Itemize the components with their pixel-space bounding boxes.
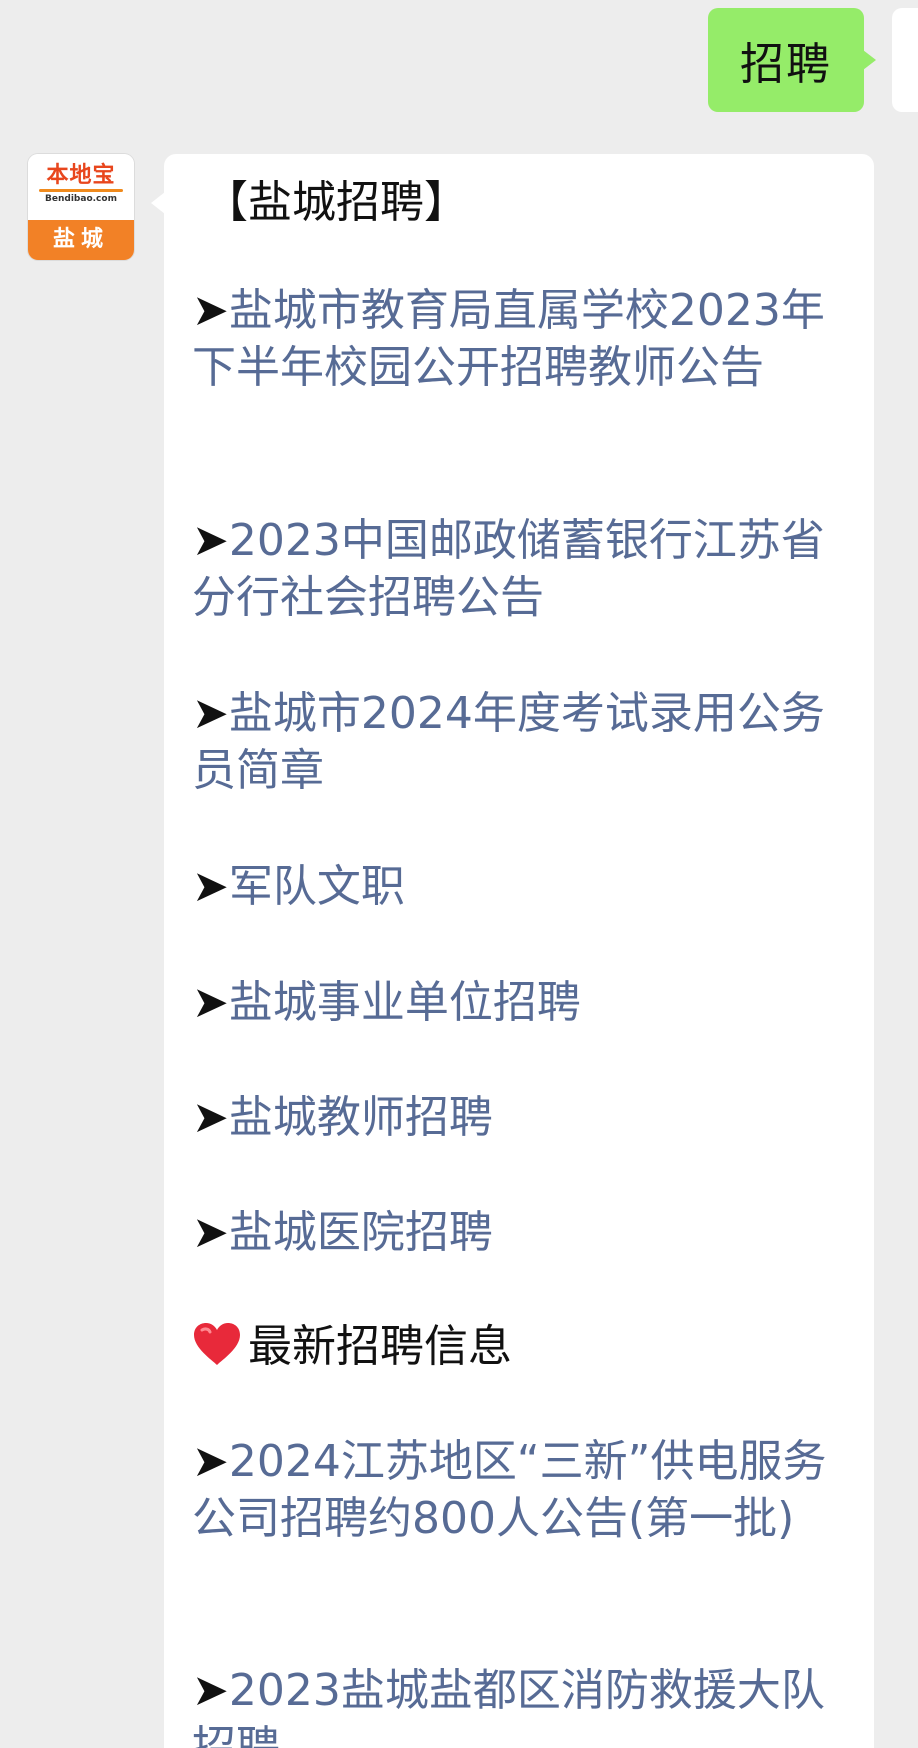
list-item-link[interactable]: ➤盐城市2024年度考试录用公务员简章	[192, 685, 854, 799]
heart-icon	[194, 1323, 240, 1365]
avatar-logo-text: 本地宝	[46, 163, 116, 188]
list-item-link[interactable]: ➤2023中国邮政储蓄银行江苏省分行社会招聘公告	[192, 512, 854, 626]
link-text[interactable]: 盐城医院招聘	[229, 1207, 493, 1258]
section-label: 最新招聘信息	[248, 1321, 512, 1372]
avatar-domain-text: Bendibao.com	[45, 194, 117, 204]
arrow-bullet-icon: ➤	[192, 1207, 229, 1258]
outgoing-message-bubble[interactable]: 招聘	[708, 8, 876, 112]
arrow-bullet-icon: ➤	[192, 977, 229, 1028]
chat-window: 招聘 本地宝 Bendibao.com 盐城 【盐城招聘】 ➤盐城市教育局直属学…	[0, 0, 918, 1748]
self-avatar[interactable]	[892, 8, 918, 112]
list-item-link[interactable]: ➤盐城市教育局直属学校2023年下半年校园公开招聘教师公告	[192, 282, 854, 396]
incoming-message-bubble: 【盐城招聘】 ➤盐城市教育局直属学校2023年下半年校园公开招聘教师公告 ➤20…	[151, 154, 874, 1748]
arrow-bullet-icon: ➤	[192, 688, 229, 739]
arrow-bullet-icon: ➤	[192, 1436, 229, 1487]
list-item-link[interactable]: ➤盐城教师招聘	[192, 1089, 854, 1146]
list-item-link[interactable]: ➤军队文职	[192, 858, 854, 915]
reply-heading: 【盐城招聘】	[204, 177, 468, 228]
arrow-bullet-icon: ➤	[192, 861, 229, 912]
arrow-bullet-icon: ➤	[192, 285, 229, 336]
avatar-city-text: 盐城	[28, 220, 134, 260]
list-item-link[interactable]: ➤盐城医院招聘	[192, 1204, 854, 1261]
list-item-link[interactable]: ➤2024江苏地区“三新”供电服务公司招聘约800人公告(第一批)	[192, 1433, 854, 1547]
arrow-bullet-icon: ➤	[192, 515, 229, 566]
link-text[interactable]: 军队文职	[229, 861, 405, 912]
arrow-bullet-icon: ➤	[192, 1665, 229, 1716]
link-text[interactable]: 2023盐城盐都区消防救援大队招聘	[192, 1665, 825, 1748]
link-text[interactable]: 盐城市教育局直属学校2023年下半年校园公开招聘教师公告	[192, 285, 825, 393]
avatar-logo-area: 本地宝 Bendibao.com	[28, 154, 134, 220]
outgoing-message-text: 招聘	[740, 39, 832, 90]
arrow-bullet-icon: ➤	[192, 1092, 229, 1143]
contact-avatar[interactable]: 本地宝 Bendibao.com 盐城	[28, 154, 134, 260]
link-text[interactable]: 2024江苏地区“三新”供电服务公司招聘约800人公告(第一批)	[192, 1436, 826, 1544]
link-text[interactable]: 2023中国邮政储蓄银行江苏省分行社会招聘公告	[192, 515, 825, 623]
link-text[interactable]: 盐城事业单位招聘	[229, 977, 581, 1028]
list-item-link[interactable]: ➤盐城事业单位招聘	[192, 974, 854, 1031]
latest-jobs-section-title: 最新招聘信息	[192, 1318, 854, 1375]
link-text[interactable]: 盐城市2024年度考试录用公务员简章	[192, 688, 825, 796]
list-item-link[interactable]: ➤2023盐城盐都区消防救援大队招聘	[192, 1662, 854, 1748]
link-text[interactable]: 盐城教师招聘	[229, 1092, 493, 1143]
